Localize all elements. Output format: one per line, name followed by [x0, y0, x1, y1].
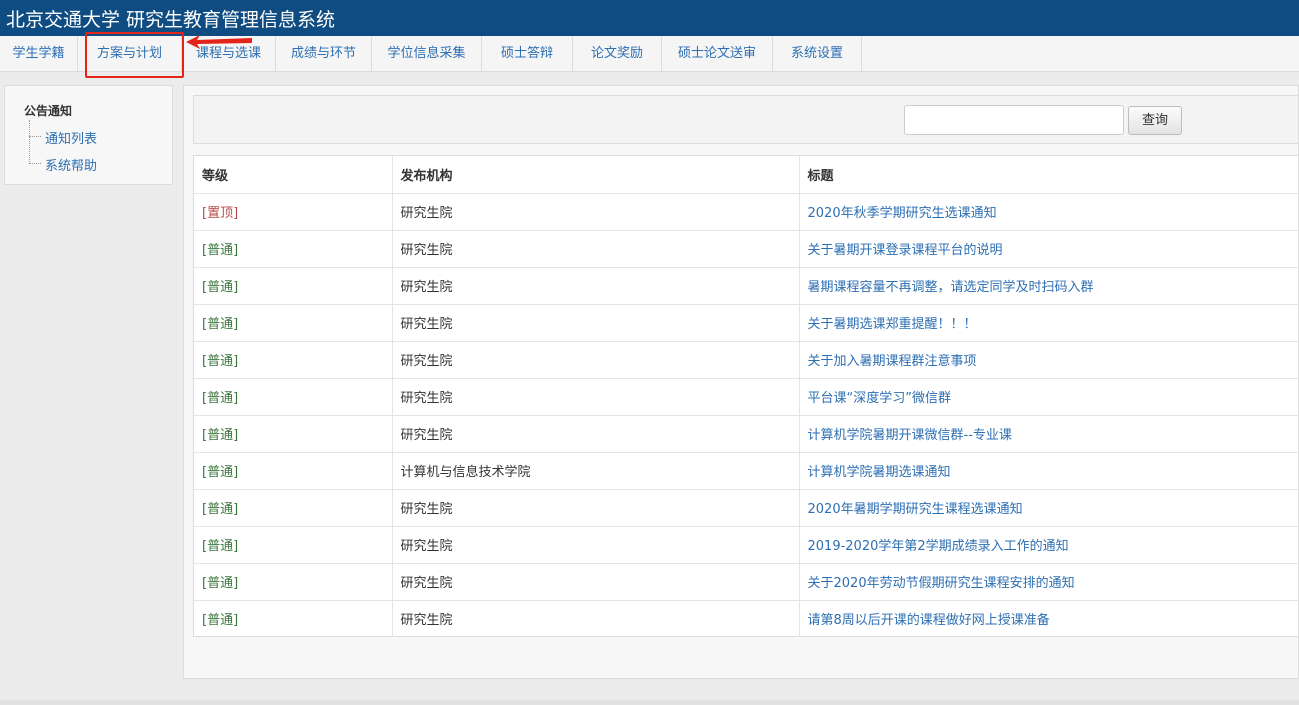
notice-title-link[interactable]: 计算机学院暑期选课通知 — [808, 465, 951, 480]
level-cell: [普通] — [194, 452, 393, 490]
arrow-left-icon — [186, 35, 252, 49]
table-row: [普通] 研究生院 请第8周以后开课的课程做好网上授课准备 — [194, 600, 1299, 637]
level-cell: [普通] — [194, 563, 393, 601]
title-cell: 2020年暑期学期研究生课程选课通知 — [799, 489, 1299, 527]
sidebar: 公告通知 通知列表 系统帮助 — [4, 85, 173, 185]
level-label: [普通] — [202, 391, 239, 406]
level-cell: [普通] — [194, 267, 393, 305]
notice-title-link[interactable]: 关于暑期开课登录课程平台的说明 — [808, 243, 1003, 258]
sidebar-header: 公告通知 — [24, 104, 73, 118]
table-row: [置顶] 研究生院 2020年秋季学期研究生选课通知 — [194, 193, 1299, 231]
org-cell: 研究生院 — [392, 563, 800, 601]
tab-system-settings[interactable]: 系统设置 — [773, 36, 862, 72]
table-row: [普通] 研究生院 关于加入暑期课程群注意事项 — [194, 341, 1299, 379]
org-cell: 研究生院 — [392, 489, 800, 527]
column-header-level: 等级 — [194, 156, 393, 194]
org-cell: 研究生院 — [392, 193, 800, 231]
search-input[interactable] — [904, 105, 1124, 135]
notice-title-link[interactable]: 关于加入暑期课程群注意事项 — [808, 354, 977, 369]
notice-title-link[interactable]: 2019-2020学年第2学期成绩录入工作的通知 — [808, 539, 1069, 554]
column-header-org: 发布机构 — [392, 156, 800, 194]
level-label: [普通] — [202, 354, 239, 369]
notice-table: 等级 发布机构 标题 [置顶] 研究生院 2020年秋季学期研究生选课通知 [普通] 研… — [193, 155, 1299, 637]
title-cell: 计算机学院暑期选课通知 — [799, 452, 1299, 490]
table-row: [普通] 研究生院 关于2020年劳动节假期研究生课程安排的通知 — [194, 563, 1299, 601]
level-cell: [普通] — [194, 489, 393, 527]
table-row: [普通] 计算机与信息技术学院 计算机学院暑期选课通知 — [194, 452, 1299, 490]
notice-title-link[interactable]: 2020年暑期学期研究生课程选课通知 — [808, 502, 1023, 517]
notice-title-link[interactable]: 关于2020年劳动节假期研究生课程安排的通知 — [808, 576, 1075, 591]
highlight-box — [85, 32, 184, 78]
org-cell: 研究生院 — [392, 267, 800, 305]
tab-thesis-review[interactable]: 硕士论文送审 — [662, 36, 773, 72]
table-row: [普通] 研究生院 2020年暑期学期研究生课程选课通知 — [194, 489, 1299, 527]
level-cell: [普通] — [194, 526, 393, 564]
title-cell: 请第8周以后开课的课程做好网上授课准备 — [799, 600, 1299, 637]
title-cell: 计算机学院暑期开课微信群--专业课 — [799, 415, 1299, 453]
notice-title-link[interactable]: 暑期课程容量不再调整，请选定同学及时扫码入群 — [808, 280, 1094, 295]
table-header-row: 等级 发布机构 标题 — [194, 156, 1299, 194]
tab-student-status[interactable]: 学生学籍 — [0, 36, 78, 72]
level-cell: [普通] — [194, 415, 393, 453]
level-label: [普通] — [202, 502, 239, 517]
title-cell: 2019-2020学年第2学期成绩录入工作的通知 — [799, 526, 1299, 564]
tree-branch — [29, 163, 41, 164]
org-cell: 研究生院 — [392, 304, 800, 342]
title-cell: 关于暑期选课郑重提醒！！！ — [799, 304, 1299, 342]
tab-master-defense[interactable]: 硕士答辩 — [482, 36, 573, 72]
tree-branch — [29, 136, 41, 137]
tree-line — [29, 120, 30, 162]
level-cell: [普通] — [194, 378, 393, 416]
title-cell: 2020年秋季学期研究生选课通知 — [799, 193, 1299, 231]
level-cell: [普通] — [194, 304, 393, 342]
title-cell: 关于2020年劳动节假期研究生课程安排的通知 — [799, 563, 1299, 601]
title-cell: 关于暑期开课登录课程平台的说明 — [799, 230, 1299, 268]
table-row: [普通] 研究生院 计算机学院暑期开课微信群--专业课 — [194, 415, 1299, 453]
level-cell: [置顶] — [194, 193, 393, 231]
level-cell: [普通] — [194, 341, 393, 379]
tab-thesis-award[interactable]: 论文奖励 — [573, 36, 662, 72]
level-label: [普通] — [202, 576, 239, 591]
app-title: 北京交通大学 研究生教育管理信息系统 — [6, 9, 336, 31]
level-cell: [普通] — [194, 600, 393, 637]
table-row: [普通] 研究生院 平台课“深度学习”微信群 — [194, 378, 1299, 416]
column-header-title: 标题 — [799, 156, 1299, 194]
org-cell: 研究生院 — [392, 415, 800, 453]
notice-title-link[interactable]: 关于暑期选课郑重提醒！！！ — [808, 317, 977, 332]
app-header: 北京交通大学 研究生教育管理信息系统 — [0, 0, 1299, 36]
title-cell: 暑期课程容量不再调整，请选定同学及时扫码入群 — [799, 267, 1299, 305]
title-cell: 平台课“深度学习”微信群 — [799, 378, 1299, 416]
notice-title-link[interactable]: 2020年秋季学期研究生选课通知 — [808, 206, 997, 221]
level-label: [普通] — [202, 280, 239, 295]
sidebar-item-system-help[interactable]: 系统帮助 — [45, 155, 97, 174]
table-row: [普通] 研究生院 关于暑期开课登录课程平台的说明 — [194, 230, 1299, 268]
table-row: [普通] 研究生院 2019-2020学年第2学期成绩录入工作的通知 — [194, 526, 1299, 564]
table-row: [普通] 研究生院 暑期课程容量不再调整，请选定同学及时扫码入群 — [194, 267, 1299, 305]
tab-grades[interactable]: 成绩与环节 — [276, 36, 372, 72]
level-label: [置顶] — [202, 206, 239, 221]
level-label: [普通] — [202, 465, 239, 480]
org-cell: 研究生院 — [392, 600, 800, 637]
org-cell: 研究生院 — [392, 341, 800, 379]
footer-bar — [0, 700, 1299, 705]
org-cell: 研究生院 — [392, 230, 800, 268]
level-label: [普通] — [202, 243, 239, 258]
org-cell: 研究生院 — [392, 526, 800, 564]
level-label: [普通] — [202, 428, 239, 443]
level-cell: [普通] — [194, 230, 393, 268]
org-cell: 计算机与信息技术学院 — [392, 452, 800, 490]
search-button[interactable]: 查询 — [1128, 106, 1182, 135]
table-row: [普通] 研究生院 关于暑期选课郑重提醒！！！ — [194, 304, 1299, 342]
sidebar-item-notice-list[interactable]: 通知列表 — [45, 128, 97, 147]
notice-title-link[interactable]: 计算机学院暑期开课微信群--专业课 — [808, 428, 1012, 443]
org-cell: 研究生院 — [392, 378, 800, 416]
title-cell: 关于加入暑期课程群注意事项 — [799, 341, 1299, 379]
level-label: [普通] — [202, 613, 239, 629]
level-label: [普通] — [202, 317, 239, 332]
notice-title-link[interactable]: 请第8周以后开课的课程做好网上授课准备 — [808, 613, 1050, 628]
notice-title-link[interactable]: 平台课“深度学习”微信群 — [808, 391, 951, 406]
tab-degree-info[interactable]: 学位信息采集 — [372, 36, 482, 72]
level-label: [普通] — [202, 539, 239, 554]
